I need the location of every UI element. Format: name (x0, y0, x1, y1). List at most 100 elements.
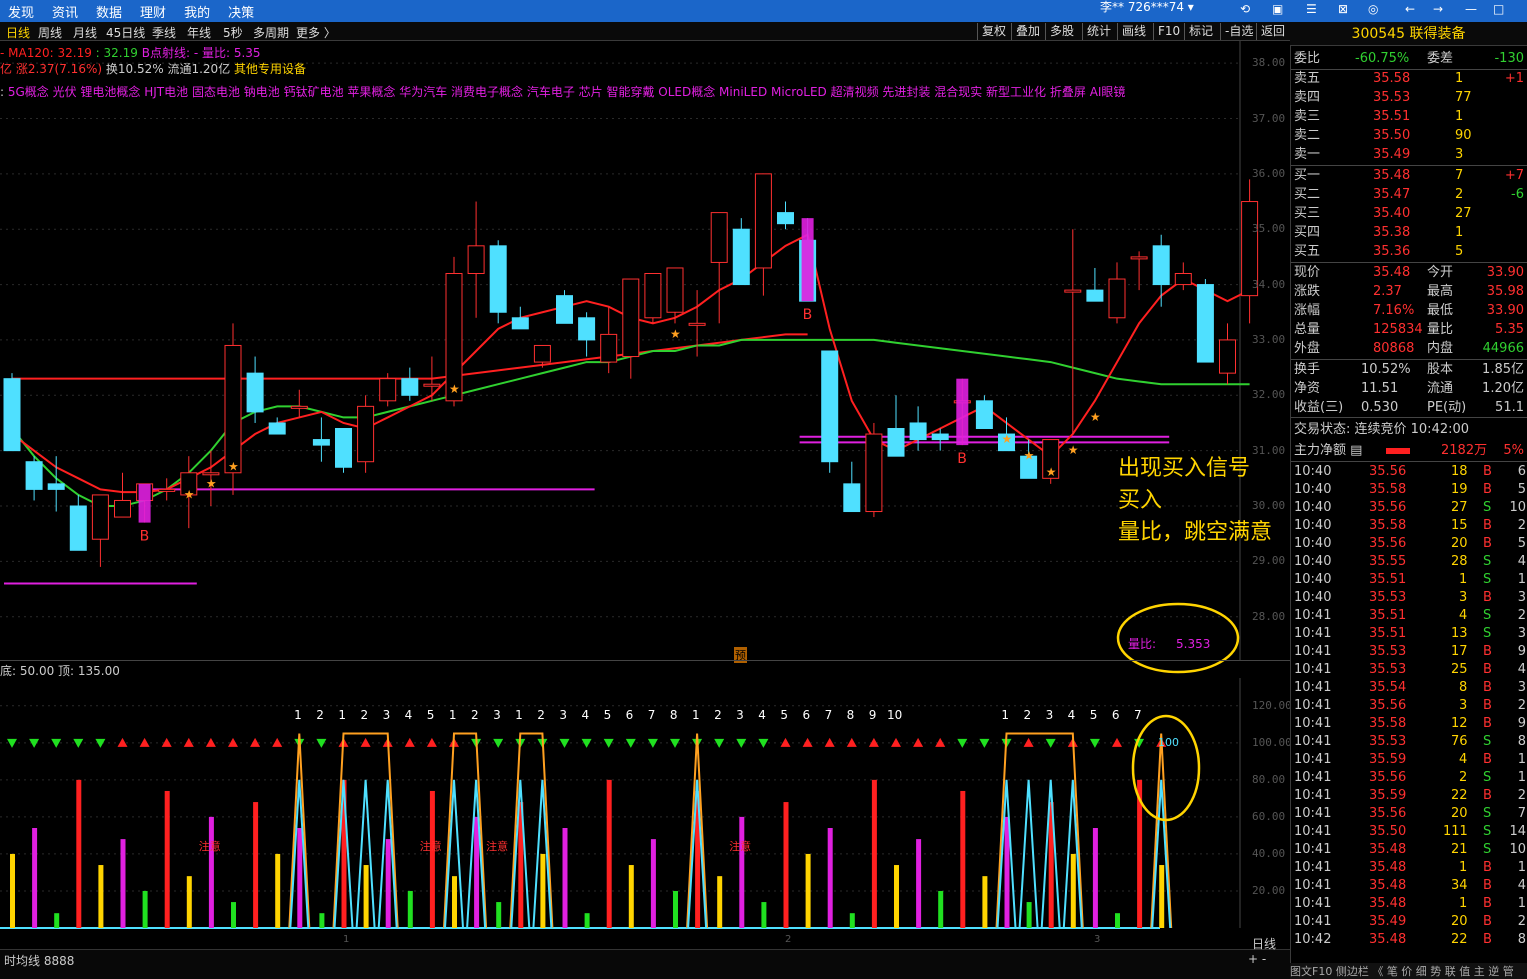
tick-cell: B (1483, 590, 1492, 605)
candle-body (25, 461, 43, 490)
signal-up-triangle (1112, 737, 1122, 747)
sell-row-0-cell: 卖五 (1294, 71, 1321, 86)
tick-cell: 2 (1517, 608, 1526, 623)
tick-row: 10:41 35.53 17 B 9 (1291, 643, 1527, 661)
refresh-icon[interactable]: ⟲ (1240, 2, 1250, 16)
kline-chart[interactable]: B B B ★ ★ ★ ★ ★ ★ ★ ★ ★ ★ (0, 41, 1290, 661)
candle-body (843, 483, 861, 513)
tick-cell: S (1483, 806, 1492, 821)
ind-bar (253, 802, 259, 928)
fund-row-cell: 2182万 (1441, 443, 1488, 458)
seq-label: 2 (714, 708, 722, 722)
nav-1[interactable]: 资讯 (52, 2, 78, 21)
period-3[interactable]: 45日线 (106, 24, 145, 41)
star-marker: ★ (228, 460, 239, 474)
tick-cell: 10:41 (1294, 806, 1332, 821)
period-5[interactable]: 年线 (187, 24, 211, 41)
list-icon[interactable]: ☰ (1306, 2, 1317, 16)
tool-8[interactable]: 返回 (1256, 23, 1289, 40)
indicator-title: 底: 50.00 顶: 135.00 (0, 664, 120, 678)
seq-label: 5 (1089, 708, 1098, 722)
forward-icon[interactable]: → (1433, 2, 1443, 16)
nav-4[interactable]: 我的 (184, 2, 210, 21)
ind-bar (319, 913, 325, 928)
candle-body (290, 405, 308, 409)
tick-cell: 1 (1517, 572, 1526, 587)
tick-cell: 1 (1459, 896, 1468, 911)
ind-bar (871, 779, 877, 928)
maximize-icon[interactable]: □ (1493, 2, 1504, 16)
seq-label: 2 (537, 708, 545, 722)
ind-tick: 100.00 (1252, 735, 1292, 749)
buy-row-3-cell: 35.38 (1373, 225, 1411, 240)
back-icon[interactable]: ← (1405, 2, 1415, 16)
grid-icon[interactable]: ⊠ (1338, 2, 1348, 16)
ind-bar (32, 828, 38, 928)
tool-3[interactable]: 统计 (1082, 23, 1115, 40)
nav-2[interactable]: 数据 (96, 2, 122, 21)
ind-bar (827, 828, 833, 928)
signal-up-triangle (205, 737, 216, 747)
right-footer-tabs[interactable]: 图文F10 侧边栏 《 笔 价 细 势 联 值 主 逆 管 (1290, 963, 1527, 979)
tool-5[interactable]: F10 (1153, 23, 1184, 40)
tick-row: 10:41 35.48 34 B 4 (1291, 877, 1527, 895)
user-account[interactable]: 李** 726***74 ▾ (1100, 0, 1194, 14)
signal-down-triangle (758, 738, 769, 748)
nav-3[interactable]: 理财 (140, 2, 166, 21)
candle-body (401, 378, 419, 396)
tick-row: 10:40 35.51 1 S 1 (1291, 571, 1527, 589)
period-6[interactable]: 5秒 (223, 24, 243, 41)
zoom-controls[interactable]: + - (1248, 952, 1266, 966)
tick-cell: 35.51 (1369, 572, 1407, 587)
buy-row-2-cell: 买三 (1294, 206, 1321, 221)
tool-4[interactable]: 画线 (1117, 23, 1150, 40)
period-1[interactable]: 周线 (38, 24, 62, 41)
tool-1[interactable]: 叠加 (1011, 23, 1044, 40)
signal-candle (138, 483, 151, 523)
tick-cell: S (1483, 626, 1492, 641)
stat-row-4-cell: 44966 (1482, 341, 1524, 356)
sell-row-0-cell: 35.58 (1373, 71, 1411, 86)
settings-icon[interactable]: ◎ (1368, 2, 1378, 16)
window-icon[interactable]: ▣ (1272, 2, 1283, 16)
tick-cell: 35.56 (1369, 698, 1407, 713)
tick-cell: 1 (1517, 770, 1526, 785)
ind-bar (275, 853, 281, 928)
warning-label: 注意 (729, 840, 752, 853)
tick-row: 10:41 35.56 2 S 1 (1291, 769, 1527, 787)
nav-0[interactable]: 发现 (8, 2, 34, 21)
tick-row: 10:41 35.51 13 S 3 (1291, 625, 1527, 643)
period-label[interactable]: 日线 (1252, 935, 1276, 952)
divider (1291, 461, 1527, 462)
tool-7[interactable]: -自选 (1220, 23, 1257, 40)
stat-row-1-cell: 涨跌 (1294, 284, 1321, 299)
time-ma-label[interactable]: 时均线 (4, 954, 40, 968)
period-2[interactable]: 月线 (73, 24, 97, 41)
signal-up-triangle (360, 737, 371, 747)
candle-body (1219, 339, 1236, 374)
tick-cell: 20 (1451, 536, 1468, 551)
stat2-row-2: 收益(三) 0.530 PE(动) 51.1 (1291, 398, 1527, 417)
tick-cell: 4 (1459, 752, 1468, 767)
seq-label: 8 (669, 708, 678, 722)
weibi-row-cell: 委差 (1427, 51, 1454, 66)
candle-body (467, 245, 485, 274)
tool-2[interactable]: 多股 (1045, 23, 1078, 40)
tool-6[interactable]: 标记 (1184, 23, 1217, 40)
period-0[interactable]: 日线 (6, 24, 30, 41)
stat-row-1: 涨跌 2.37 最高 35.98 (1291, 282, 1527, 301)
candle-body (379, 378, 397, 402)
minimize-icon[interactable]: — (1465, 2, 1477, 16)
tick-row: 10:41 35.50 111 S 14 (1291, 823, 1527, 841)
period-8[interactable]: 更多 〉 (296, 24, 336, 41)
stat-row-4-cell: 外盘 (1294, 341, 1321, 356)
tick-cell: 10:41 (1294, 878, 1332, 893)
candle-body (489, 245, 507, 313)
tick-cell: 10:41 (1294, 752, 1332, 767)
tool-0[interactable]: 复权 (977, 23, 1010, 40)
nav-5[interactable]: 决策 (228, 2, 254, 21)
period-7[interactable]: 多周期 (253, 24, 289, 41)
tick-cell: 10 (1509, 842, 1526, 857)
tick-cell: 10:40 (1294, 464, 1332, 479)
period-4[interactable]: 季线 (152, 24, 176, 41)
